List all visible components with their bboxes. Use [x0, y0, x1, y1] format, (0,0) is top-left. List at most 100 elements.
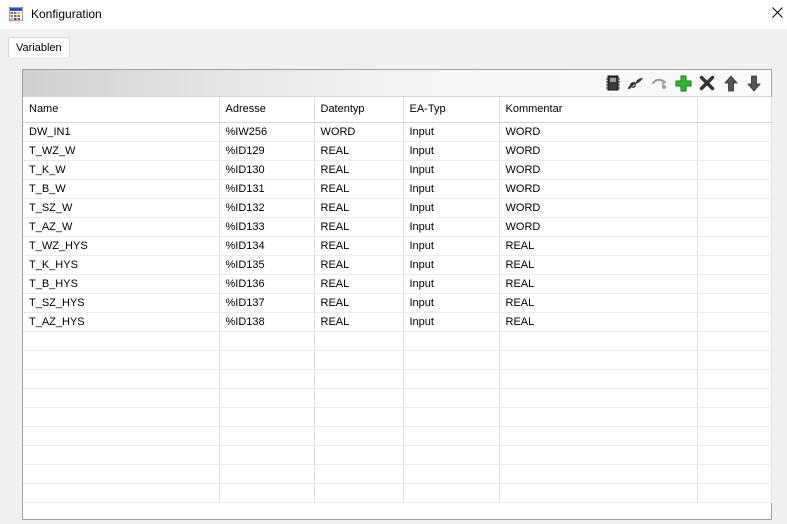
cell-name[interactable]: T_WZ_HYS: [23, 236, 220, 256]
cell-datentyp[interactable]: REAL: [314, 312, 404, 332]
memory-card-button[interactable]: [604, 74, 622, 92]
cell-adresse[interactable]: [219, 350, 315, 370]
cell-name[interactable]: [23, 407, 220, 427]
cell-datentyp[interactable]: [314, 369, 404, 389]
table-row[interactable]: T_AZ_HYS %ID138 REAL Input REAL: [23, 312, 772, 332]
cell-adresse[interactable]: %ID134: [219, 236, 315, 256]
cell-ea-typ[interactable]: Input: [403, 141, 500, 161]
column-header-name[interactable]: Name: [23, 97, 220, 123]
cell-datentyp[interactable]: REAL: [314, 217, 404, 237]
cell-name[interactable]: T_B_HYS: [23, 274, 220, 294]
table-row[interactable]: T_WZ_W %ID129 REAL Input WORD: [23, 141, 772, 161]
cell-kommentar[interactable]: WORD: [499, 160, 698, 180]
add-row-button[interactable]: [674, 74, 692, 92]
cell-kommentar[interactable]: [499, 369, 698, 389]
cell-ea-typ[interactable]: Input: [403, 179, 500, 199]
cell-kommentar[interactable]: [499, 426, 698, 446]
cell-kommentar[interactable]: [499, 331, 698, 351]
cell-datentyp[interactable]: REAL: [314, 179, 404, 199]
cell-kommentar[interactable]: [499, 407, 698, 427]
cell-datentyp[interactable]: [314, 483, 404, 503]
table-row[interactable]: T_WZ_HYS %ID134 REAL Input REAL: [23, 236, 772, 256]
cell-datentyp[interactable]: REAL: [314, 236, 404, 256]
cell-adresse[interactable]: %ID132: [219, 198, 315, 218]
cell-datentyp[interactable]: WORD: [314, 122, 404, 142]
cell-kommentar[interactable]: WORD: [499, 217, 698, 237]
cell-ea-typ[interactable]: [403, 388, 500, 408]
cell-name[interactable]: T_AZ_W: [23, 217, 220, 237]
close-button[interactable]: [766, 4, 787, 24]
empty-table-row[interactable]: [23, 445, 772, 465]
cell-datentyp[interactable]: [314, 331, 404, 351]
cell-ea-typ[interactable]: Input: [403, 217, 500, 237]
cell-kommentar[interactable]: WORD: [499, 198, 698, 218]
cell-kommentar[interactable]: WORD: [499, 122, 698, 142]
column-header-kommentar[interactable]: Kommentar: [499, 97, 698, 123]
empty-table-row[interactable]: [23, 388, 772, 408]
cell-kommentar[interactable]: REAL: [499, 255, 698, 275]
cell-name[interactable]: T_SZ_W: [23, 198, 220, 218]
table-row[interactable]: T_B_HYS %ID136 REAL Input REAL: [23, 274, 772, 294]
cell-kommentar[interactable]: REAL: [499, 274, 698, 294]
cell-adresse[interactable]: %ID137: [219, 293, 315, 313]
cell-datentyp[interactable]: [314, 445, 404, 465]
cell-datentyp[interactable]: REAL: [314, 198, 404, 218]
cell-datentyp[interactable]: [314, 350, 404, 370]
empty-table-row[interactable]: [23, 407, 772, 427]
cell-datentyp[interactable]: REAL: [314, 293, 404, 313]
cell-ea-typ[interactable]: [403, 445, 500, 465]
unlink-button[interactable]: [650, 74, 668, 92]
cell-name[interactable]: [23, 331, 220, 351]
cell-adresse[interactable]: [219, 407, 315, 427]
cell-kommentar[interactable]: [499, 464, 698, 484]
cell-name[interactable]: T_B_W: [23, 179, 220, 199]
delete-row-button[interactable]: [698, 74, 716, 92]
cell-adresse[interactable]: [219, 464, 315, 484]
empty-table-row[interactable]: [23, 369, 772, 389]
cell-kommentar[interactable]: WORD: [499, 179, 698, 199]
cell-kommentar[interactable]: REAL: [499, 293, 698, 313]
cell-adresse[interactable]: %ID131: [219, 179, 315, 199]
cell-ea-typ[interactable]: Input: [403, 160, 500, 180]
cell-kommentar[interactable]: [499, 445, 698, 465]
cell-adresse[interactable]: %IW256: [219, 122, 315, 142]
cell-datentyp[interactable]: REAL: [314, 141, 404, 161]
empty-table-row[interactable]: [23, 331, 772, 351]
cell-name[interactable]: [23, 350, 220, 370]
cell-adresse[interactable]: [219, 331, 315, 351]
cell-name[interactable]: T_SZ_HYS: [23, 293, 220, 313]
table-row[interactable]: T_B_W %ID131 REAL Input WORD: [23, 179, 772, 199]
cell-adresse[interactable]: [219, 426, 315, 446]
cell-ea-typ[interactable]: Input: [403, 198, 500, 218]
cell-kommentar[interactable]: REAL: [499, 236, 698, 256]
cell-kommentar[interactable]: WORD: [499, 141, 698, 161]
cell-name[interactable]: [23, 483, 220, 503]
column-header-ea-typ[interactable]: EA-Typ: [403, 97, 500, 123]
cell-name[interactable]: [23, 369, 220, 389]
link-button[interactable]: [627, 74, 645, 92]
tab-variablen[interactable]: Variablen: [8, 37, 70, 58]
cell-ea-typ[interactable]: [403, 483, 500, 503]
cell-adresse[interactable]: [219, 445, 315, 465]
cell-kommentar[interactable]: [499, 483, 698, 503]
cell-name[interactable]: [23, 388, 220, 408]
cell-adresse[interactable]: %ID138: [219, 312, 315, 332]
cell-ea-typ[interactable]: Input: [403, 312, 500, 332]
cell-name[interactable]: T_K_HYS: [23, 255, 220, 275]
table-row[interactable]: T_K_W %ID130 REAL Input WORD: [23, 160, 772, 180]
cell-name[interactable]: DW_IN1: [23, 122, 220, 142]
cell-adresse[interactable]: %ID135: [219, 255, 315, 275]
empty-table-row[interactable]: [23, 350, 772, 370]
empty-table-row[interactable]: [23, 426, 772, 446]
cell-datentyp[interactable]: [314, 388, 404, 408]
cell-adresse[interactable]: %ID133: [219, 217, 315, 237]
cell-name[interactable]: [23, 445, 220, 465]
cell-ea-typ[interactable]: Input: [403, 122, 500, 142]
column-header-adresse[interactable]: Adresse: [219, 97, 315, 123]
cell-ea-typ[interactable]: [403, 369, 500, 389]
empty-table-row[interactable]: [23, 483, 772, 503]
cell-name[interactable]: [23, 426, 220, 446]
cell-adresse[interactable]: %ID129: [219, 141, 315, 161]
cell-ea-typ[interactable]: Input: [403, 274, 500, 294]
cell-ea-typ[interactable]: [403, 350, 500, 370]
